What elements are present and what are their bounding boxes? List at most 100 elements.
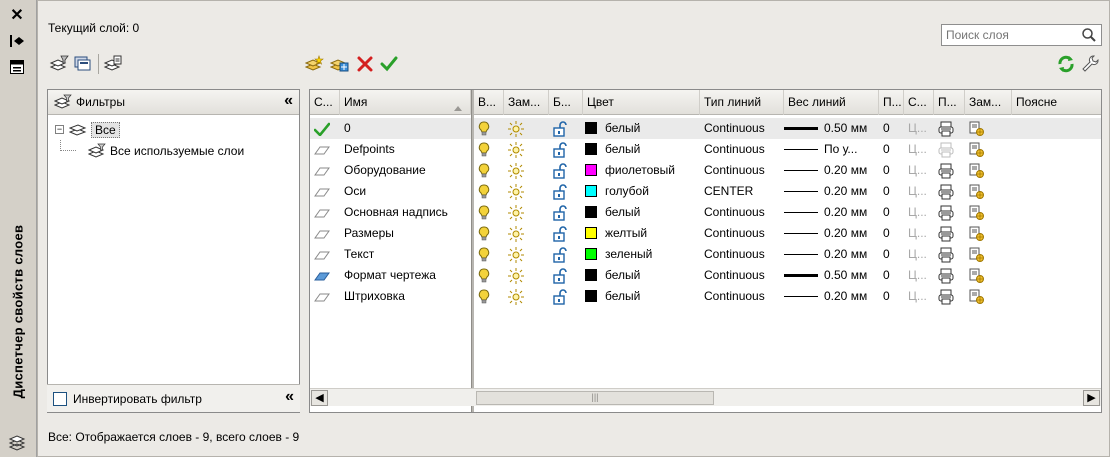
layer-name[interactable]: Оборудование xyxy=(340,160,471,181)
unlock-icon[interactable] xyxy=(549,139,583,160)
unlock-icon[interactable] xyxy=(549,223,583,244)
layer-plot-style[interactable]: Ц... xyxy=(904,160,934,181)
column-header[interactable]: П... xyxy=(934,90,965,115)
delete-layer-icon[interactable] xyxy=(354,53,376,75)
collapse-filters-icon[interactable]: « xyxy=(284,92,293,110)
sun-thaw-icon[interactable] xyxy=(504,118,549,139)
lightbulb-on-icon[interactable] xyxy=(474,286,504,307)
sun-thaw-icon[interactable] xyxy=(504,265,549,286)
search-icon[interactable] xyxy=(1081,27,1097,46)
layer-transparency[interactable]: 0 xyxy=(879,139,904,160)
layer-row[interactable]: Штриховка белый Continuous 0.20 мм 0 Ц... xyxy=(310,286,1101,307)
layer-row[interactable]: Размеры желтый Continuous 0.20 мм 0 Ц... xyxy=(310,223,1101,244)
layer-plot-style[interactable]: Ц... xyxy=(904,244,934,265)
column-header[interactable]: Зам... xyxy=(965,90,1012,115)
unlock-icon[interactable] xyxy=(549,244,583,265)
autohide-icon[interactable] xyxy=(6,30,28,52)
vp-freeze-icon[interactable] xyxy=(965,265,1012,286)
settings-wrench-icon[interactable] xyxy=(1079,53,1101,75)
layer-states-manager-icon[interactable] xyxy=(102,53,124,75)
sun-thaw-icon[interactable] xyxy=(504,139,549,160)
layer-color[interactable]: белый xyxy=(583,265,700,286)
lightbulb-on-icon[interactable] xyxy=(474,202,504,223)
collapse-filters-bottom-icon[interactable]: « xyxy=(285,388,294,406)
new-layer-icon[interactable] xyxy=(304,53,326,75)
vp-freeze-icon[interactable] xyxy=(965,223,1012,244)
tree-item-used-layers[interactable]: Все используемые слои xyxy=(48,140,299,161)
layer-row[interactable]: 0 белый Continuous 0.50 мм 0 Ц... xyxy=(310,118,1101,139)
layer-plot-style[interactable]: Ц... xyxy=(904,223,934,244)
close-icon[interactable]: ✕ xyxy=(6,4,28,26)
layer-transparency[interactable]: 0 xyxy=(879,244,904,265)
layer-plot-style[interactable]: Ц... xyxy=(904,286,934,307)
layer-plot-style[interactable]: Ц... xyxy=(904,118,934,139)
layer-row[interactable]: Оборудование фиолетовый Continuous 0.20 мм 0… xyxy=(310,160,1101,181)
layer-name[interactable]: Формат чертежа xyxy=(340,265,471,286)
sun-thaw-icon[interactable] xyxy=(504,202,549,223)
unlock-icon[interactable] xyxy=(549,265,583,286)
layer-lineweight[interactable]: 0.20 мм xyxy=(784,223,879,244)
unlock-icon[interactable] xyxy=(549,181,583,202)
lightbulb-on-icon[interactable] xyxy=(474,160,504,181)
layer-color[interactable]: белый xyxy=(583,118,700,139)
layer-plot-style[interactable]: Ц... xyxy=(904,181,934,202)
refresh-icon[interactable] xyxy=(1055,53,1077,75)
lightbulb-on-icon[interactable] xyxy=(474,118,504,139)
column-header[interactable]: В... xyxy=(474,90,504,115)
layer-lineweight[interactable]: 0.20 мм xyxy=(784,286,879,307)
printer-icon[interactable] xyxy=(934,286,965,307)
vp-freeze-icon[interactable] xyxy=(965,118,1012,139)
layer-lineweight[interactable]: По у... xyxy=(784,139,879,160)
layer-row[interactable]: Defpoints белый Continuous По у... 0 Ц... xyxy=(310,139,1101,160)
vp-freeze-icon[interactable] xyxy=(965,139,1012,160)
search-layer-input[interactable] xyxy=(942,26,1072,44)
sun-thaw-icon[interactable] xyxy=(504,160,549,181)
sun-thaw-icon[interactable] xyxy=(504,223,549,244)
printer-icon[interactable] xyxy=(934,244,965,265)
printer-icon[interactable] xyxy=(934,202,965,223)
layer-name[interactable]: Основная надпись xyxy=(340,202,471,223)
vp-freeze-icon[interactable] xyxy=(965,181,1012,202)
printer-icon[interactable] xyxy=(934,181,965,202)
layer-name[interactable]: 0 xyxy=(340,118,471,139)
horizontal-scrollbar[interactable]: ◀ ||| ▶ xyxy=(310,388,1101,406)
layer-transparency[interactable]: 0 xyxy=(879,265,904,286)
printer-icon[interactable] xyxy=(934,139,965,160)
scroll-thumb[interactable]: ||| xyxy=(476,391,714,405)
vp-freeze-icon[interactable] xyxy=(965,160,1012,181)
layer-linetype[interactable]: Continuous xyxy=(700,139,784,160)
layer-lineweight[interactable]: 0.20 мм xyxy=(784,202,879,223)
lightbulb-on-icon[interactable] xyxy=(474,181,504,202)
sun-thaw-icon[interactable] xyxy=(504,181,549,202)
layer-name[interactable]: Размеры xyxy=(340,223,471,244)
column-header[interactable]: Б... xyxy=(549,90,583,115)
layer-transparency[interactable]: 0 xyxy=(879,202,904,223)
column-header[interactable]: Вес линий xyxy=(784,90,879,115)
vp-freeze-icon[interactable] xyxy=(965,286,1012,307)
lightbulb-on-icon[interactable] xyxy=(474,265,504,286)
layer-description[interactable] xyxy=(1012,286,1101,307)
search-layer-box[interactable] xyxy=(941,24,1102,46)
layer-linetype[interactable]: Continuous xyxy=(700,265,784,286)
unlock-icon[interactable] xyxy=(549,202,583,223)
layer-description[interactable] xyxy=(1012,244,1101,265)
new-layer-vp-frozen-icon[interactable] xyxy=(329,53,351,75)
lightbulb-on-icon[interactable] xyxy=(474,223,504,244)
column-header[interactable]: П... xyxy=(879,90,904,115)
layer-name[interactable]: Defpoints xyxy=(340,139,471,160)
layer-description[interactable] xyxy=(1012,181,1101,202)
layer-name[interactable]: Текст xyxy=(340,244,471,265)
layer-lineweight[interactable]: 0.20 мм xyxy=(784,160,879,181)
column-header[interactable]: Зам... xyxy=(504,90,549,115)
layer-lineweight[interactable]: 0.20 мм xyxy=(784,181,879,202)
layer-transparency[interactable]: 0 xyxy=(879,181,904,202)
lightbulb-on-icon[interactable] xyxy=(474,244,504,265)
unlock-icon[interactable] xyxy=(549,118,583,139)
layer-description[interactable] xyxy=(1012,118,1101,139)
layer-row[interactable]: Оси голубой CENTER 0.20 мм 0 Ц... xyxy=(310,181,1101,202)
layer-linetype[interactable]: Continuous xyxy=(700,244,784,265)
layer-transparency[interactable]: 0 xyxy=(879,223,904,244)
column-splitter[interactable] xyxy=(471,90,474,412)
column-header[interactable]: С... xyxy=(904,90,934,115)
tree-item-all[interactable]: − Все xyxy=(48,119,299,140)
